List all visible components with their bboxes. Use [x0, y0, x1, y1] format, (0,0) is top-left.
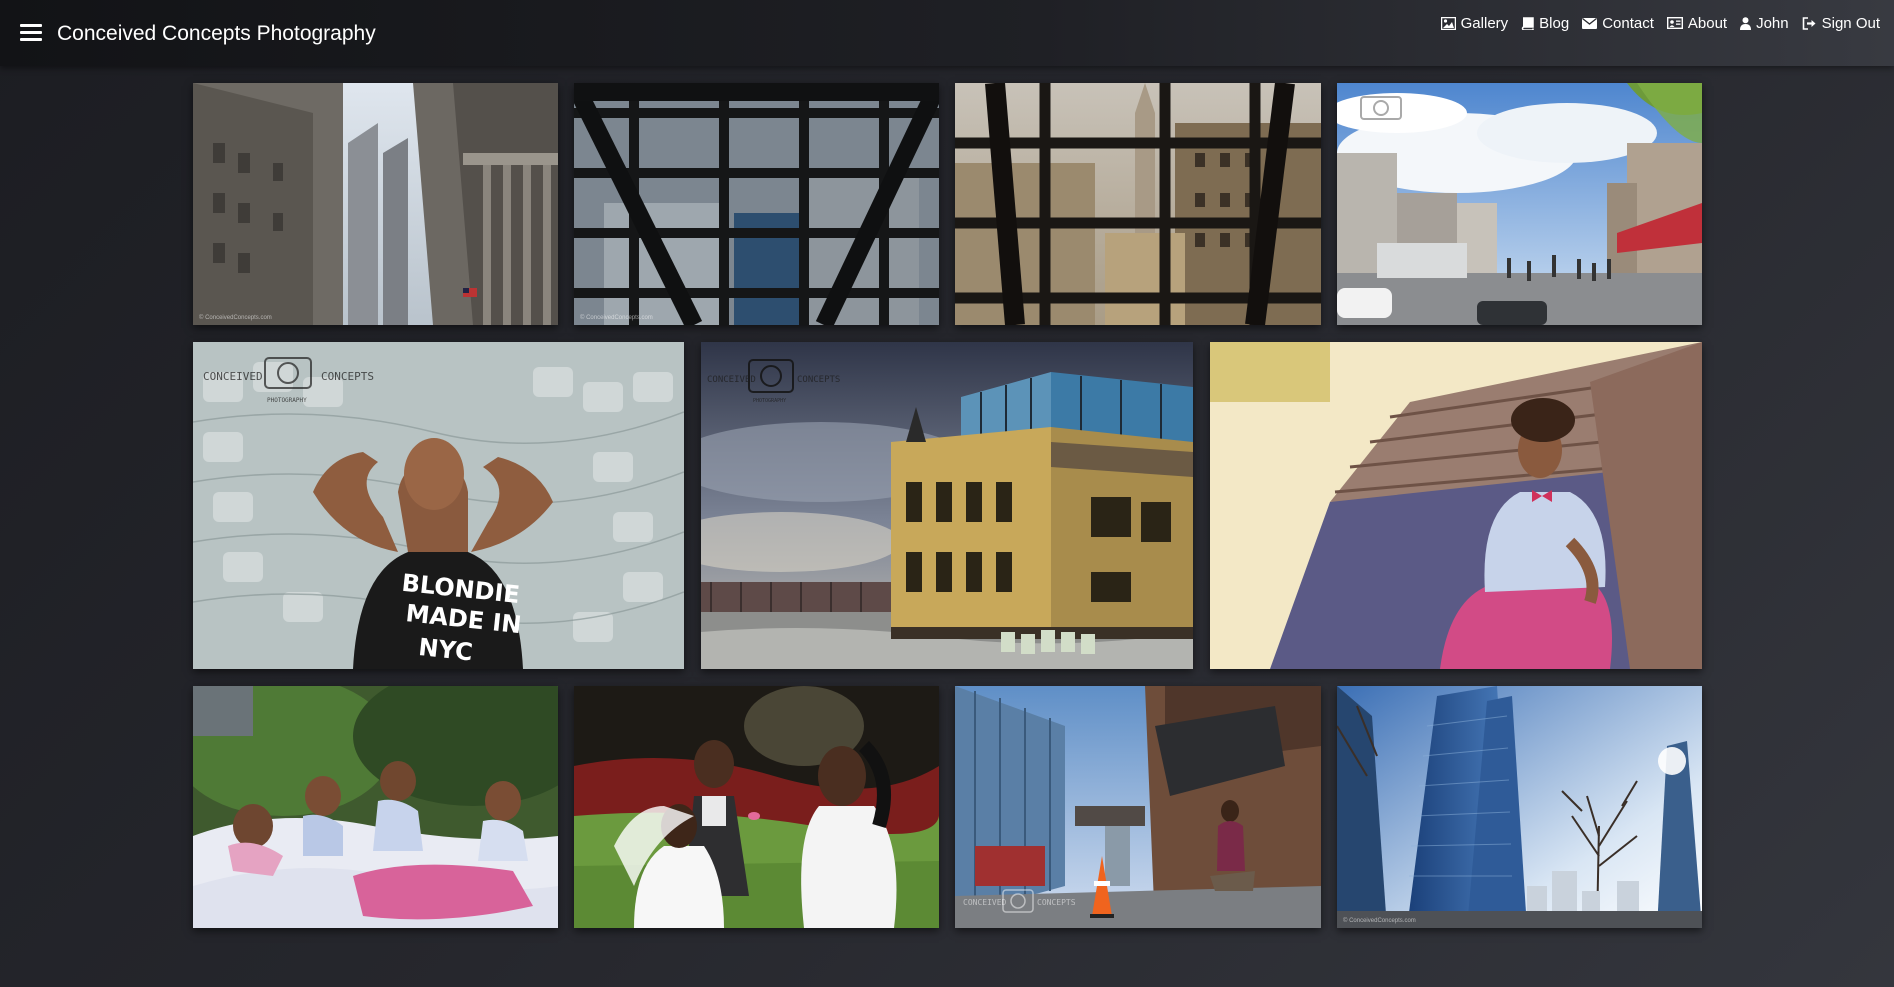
watermark-left-3: CONCEIVED [963, 898, 1007, 907]
envelope-icon [1582, 17, 1598, 29]
nav-gallery-link[interactable]: Gallery [1440, 14, 1509, 32]
photo-tile-children-picnic[interactable] [193, 686, 558, 928]
svg-text:© ConceivedConcepts.com: © ConceivedConcepts.com [1343, 917, 1416, 924]
photo-blondie-portrait-image: BLONDIE MADE IN NYC CONCEIVED CONCEPTS P… [193, 342, 684, 669]
photo-glass-window-image: © ConceivedConcepts.com [574, 83, 939, 325]
photo-tile-glass-towers[interactable]: © ConceivedConcepts.com [1337, 686, 1702, 928]
nav-blog-label: Blog [1539, 14, 1570, 32]
watermark-right-3: CONCEPTS [1037, 898, 1076, 907]
nav-user-link[interactable]: John [1740, 15, 1789, 32]
svg-text:NYC: NYC [417, 633, 474, 667]
photo-street-market-image [1337, 83, 1702, 325]
sign-out-icon [1802, 16, 1816, 30]
watermark-sub-1: PHOTOGRAPHY [267, 397, 307, 404]
nav-contact-label: Contact [1602, 14, 1654, 32]
image-icon [1440, 16, 1456, 30]
photo-tile-wedding-children[interactable] [574, 686, 939, 928]
book-icon [1521, 16, 1534, 30]
photo-wall-street-image: © ConceivedConcepts.com [193, 83, 558, 325]
watermark-right-2: CONCEPTS [797, 375, 840, 385]
site-title[interactable]: Conceived Concepts Photography [57, 22, 376, 46]
nav-gallery-label: Gallery [1460, 14, 1509, 32]
photo-bowtie-portrait-image [1210, 342, 1702, 669]
photo-tile-pier-building[interactable]: CONCEIVED CONCEPTS PHOTOGRAPHY [701, 342, 1193, 669]
nav-sign-out-link[interactable]: Sign Out [1802, 15, 1880, 32]
main-nav: Gallery Blog Contact About John Sign Out [1428, 14, 1880, 32]
top-navigation-bar: Conceived Concepts Photography Gallery B… [0, 0, 1894, 66]
nav-blog-link[interactable]: Blog [1521, 15, 1569, 32]
watermark-sub-2: PHOTOGRAPHY [753, 398, 786, 404]
photo-wedding-children-image [574, 686, 939, 928]
photo-glass-towers-image: © ConceivedConcepts.com [1337, 686, 1702, 928]
photo-tile-wall-street[interactable]: © ConceivedConcepts.com [193, 83, 558, 325]
nav-user-label: John [1756, 14, 1789, 32]
watermark-left-2: CONCEIVED [707, 375, 756, 385]
photo-tile-street-market[interactable] [1337, 83, 1702, 325]
photo-pier-building-image: CONCEIVED CONCEPTS PHOTOGRAPHY [701, 342, 1193, 669]
nav-about-link[interactable]: About [1666, 14, 1728, 32]
nav-sign-out-label: Sign Out [1821, 14, 1880, 32]
photo-tile-bowtie-portrait[interactable] [1210, 342, 1702, 669]
photo-chrysler-window-image [955, 83, 1321, 325]
watermark-right-1: CONCEPTS [321, 370, 374, 383]
watermark-left-1: CONCEIVED [203, 370, 263, 383]
photo-tile-blondie-portrait[interactable]: BLONDIE MADE IN NYC CONCEIVED CONCEPTS P… [193, 342, 684, 669]
svg-text:© ConceivedConcepts.com: © ConceivedConcepts.com [580, 314, 653, 321]
photo-children-picnic-image [193, 686, 558, 928]
photo-tile-glass-window[interactable]: © ConceivedConcepts.com [574, 83, 939, 325]
svg-text:© ConceivedConcepts.com: © ConceivedConcepts.com [199, 314, 272, 321]
photo-tile-chrysler-window[interactable] [955, 83, 1321, 325]
photo-tile-dumbo-street[interactable]: CONCEIVED CONCEPTS [955, 686, 1321, 928]
id-card-icon [1666, 17, 1683, 29]
nav-about-label: About [1687, 14, 1728, 32]
menu-toggle-icon[interactable] [20, 24, 42, 42]
photo-dumbo-street-image: CONCEIVED CONCEPTS [955, 686, 1321, 928]
nav-contact-link[interactable]: Contact [1582, 15, 1654, 32]
user-icon [1740, 16, 1752, 30]
